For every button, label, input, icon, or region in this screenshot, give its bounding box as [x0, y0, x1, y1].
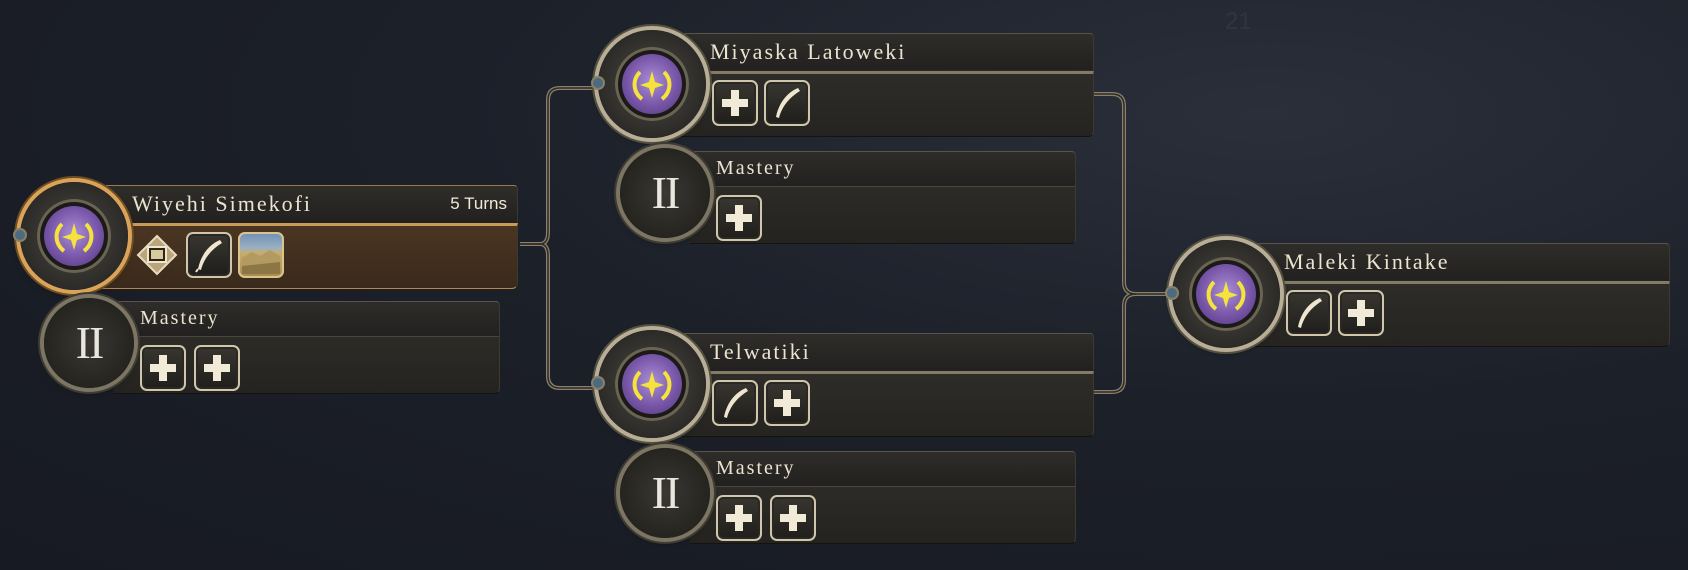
mastery-numeral: II: [620, 448, 710, 538]
plus-icon[interactable]: [716, 195, 762, 241]
laurel-star-icon: [632, 370, 672, 401]
node-unlocks: [98, 223, 518, 289]
tech-node-telwatiki[interactable]: Telwatiki: [593, 330, 1094, 438]
plus-icon[interactable]: [712, 80, 758, 126]
laurel-star-icon: [54, 222, 94, 253]
laurel-star-icon: [632, 70, 672, 101]
tech-medal: [20, 182, 128, 290]
node-title: Maleki Kintake: [1284, 249, 1450, 274]
node-unlocks: [676, 71, 1094, 137]
mastery-telwatiki[interactable]: Mastery II: [620, 448, 1076, 544]
quill-icon[interactable]: [712, 380, 758, 426]
mastery-numeral: II: [44, 298, 134, 388]
connector-pin: [593, 378, 603, 388]
node-unlocks: [1250, 281, 1670, 347]
connector-pin: [1167, 288, 1177, 298]
quill-icon[interactable]: [764, 80, 810, 126]
tech-node-miyaska-latoweki[interactable]: Miyaska Latoweki: [593, 30, 1094, 138]
node-title: Telwatiki: [710, 339, 811, 364]
node-title: Wiyehi Simekofi: [132, 191, 313, 216]
tech-node-maleki-kintake[interactable]: Maleki Kintake: [1167, 240, 1670, 348]
plus-icon[interactable]: [716, 495, 762, 541]
node-unlocks: [676, 371, 1094, 437]
quill-icon[interactable]: [1286, 290, 1332, 336]
connector-pin: [593, 78, 603, 88]
mastery-miyaska-latoweki[interactable]: Mastery II: [620, 148, 1076, 244]
plus-icon[interactable]: [1338, 290, 1384, 336]
tech-medal: [1172, 240, 1280, 348]
tech-medal: [598, 30, 706, 138]
turns-remaining: 5 Turns: [450, 194, 507, 213]
connector-pin: [15, 230, 25, 240]
node-title: Miyaska Latoweki: [710, 39, 907, 64]
landscape-icon[interactable]: [238, 232, 284, 278]
cartography-icon[interactable]: [134, 232, 180, 278]
plus-icon[interactable]: [140, 345, 186, 391]
plus-icon[interactable]: [770, 495, 816, 541]
node-header: Wiyehi Simekofi 5 Turns: [98, 185, 518, 222]
mastery-title: Mastery: [716, 157, 796, 179]
quill-icon[interactable]: [186, 232, 232, 278]
tech-medal: [598, 330, 706, 438]
mastery-title: Mastery: [716, 457, 796, 479]
tech-node-wiyehi-simekofi[interactable]: Wiyehi Simekofi 5 Turns: [15, 182, 518, 290]
mastery-numeral: II: [620, 148, 710, 238]
plus-icon[interactable]: [194, 345, 240, 391]
mastery-title: Mastery: [140, 307, 220, 329]
laurel-star-icon: [1206, 280, 1246, 311]
plus-icon[interactable]: [764, 380, 810, 426]
mastery-wiyehi-simekofi[interactable]: Mastery II: [44, 298, 500, 394]
